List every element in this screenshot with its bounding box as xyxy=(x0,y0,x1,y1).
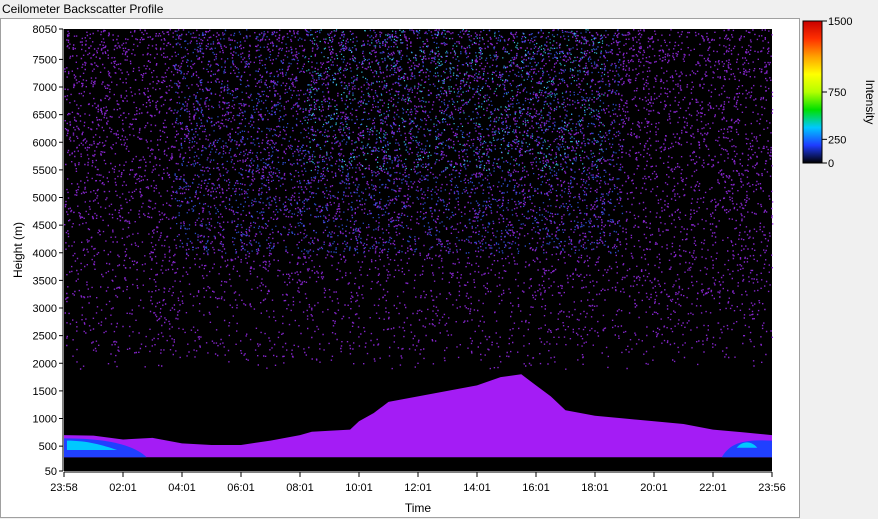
y-tick-label: 8050 xyxy=(33,24,57,36)
x-tick-label: 22:01 xyxy=(699,482,727,494)
x-axis: 23:58 02:01 04:01 06:01 08:01 10:01 12:01 14:01… xyxy=(50,471,786,494)
x-axis-title: Time xyxy=(405,501,432,515)
colorbar-title: Intensity xyxy=(863,80,877,125)
plot-area[interactable] xyxy=(64,29,774,471)
y-tick-label: 5000 xyxy=(33,193,57,205)
colorbar-tick-label: 250 xyxy=(828,134,846,146)
y-tick-label: 7500 xyxy=(33,54,57,66)
colorbar-tick-label: 750 xyxy=(828,87,846,99)
x-tick-label: 06:01 xyxy=(227,482,255,494)
y-tick-label: 4000 xyxy=(33,248,57,260)
y-tick-label: 6500 xyxy=(33,110,57,122)
y-tick-label: 1000 xyxy=(33,414,57,426)
colorbar: 0 250 750 1500 xyxy=(802,16,852,170)
x-tick-label: 20:01 xyxy=(640,482,668,494)
x-tick-label: 14:01 xyxy=(463,482,491,494)
y-tick-label: 3000 xyxy=(33,303,57,315)
x-tick-label: 08:01 xyxy=(286,482,314,494)
x-tick-label: 23:56 xyxy=(758,482,786,494)
y-axis-title: Height (m) xyxy=(11,222,25,278)
x-tick-label: 10:01 xyxy=(345,482,373,494)
colorbar-tick-label: 1500 xyxy=(828,16,852,28)
x-tick-label: 23:58 xyxy=(50,482,78,494)
x-tick-label: 18:01 xyxy=(581,482,609,494)
y-axis: 50 500 1000 1500 2000 2500 3000 3500 4000 4500 500… xyxy=(33,24,64,478)
x-tick-label: 04:01 xyxy=(168,482,196,494)
surface-band xyxy=(64,467,772,471)
y-tick-label: 5500 xyxy=(33,165,57,177)
y-tick-label: 2500 xyxy=(33,331,57,343)
y-tick-label: 6000 xyxy=(33,137,57,149)
y-tick-label: 1500 xyxy=(33,386,57,398)
y-tick-label: 2000 xyxy=(33,358,57,370)
x-tick-label: 12:01 xyxy=(404,482,432,494)
y-tick-label: 7000 xyxy=(33,82,57,94)
y-tick-label: 500 xyxy=(39,441,57,453)
y-tick-label: 50 xyxy=(45,466,57,478)
x-tick-label: 02:01 xyxy=(109,482,137,494)
y-tick-label: 3500 xyxy=(33,275,57,287)
colorbar-ramp xyxy=(802,20,823,164)
y-tick-label: 4500 xyxy=(33,220,57,232)
backscatter-chart[interactable]: 5050010001500200025003000350040004500500… xyxy=(0,0,878,519)
colorbar-tick-label: 0 xyxy=(828,158,834,170)
x-tick-label: 16:01 xyxy=(522,482,550,494)
